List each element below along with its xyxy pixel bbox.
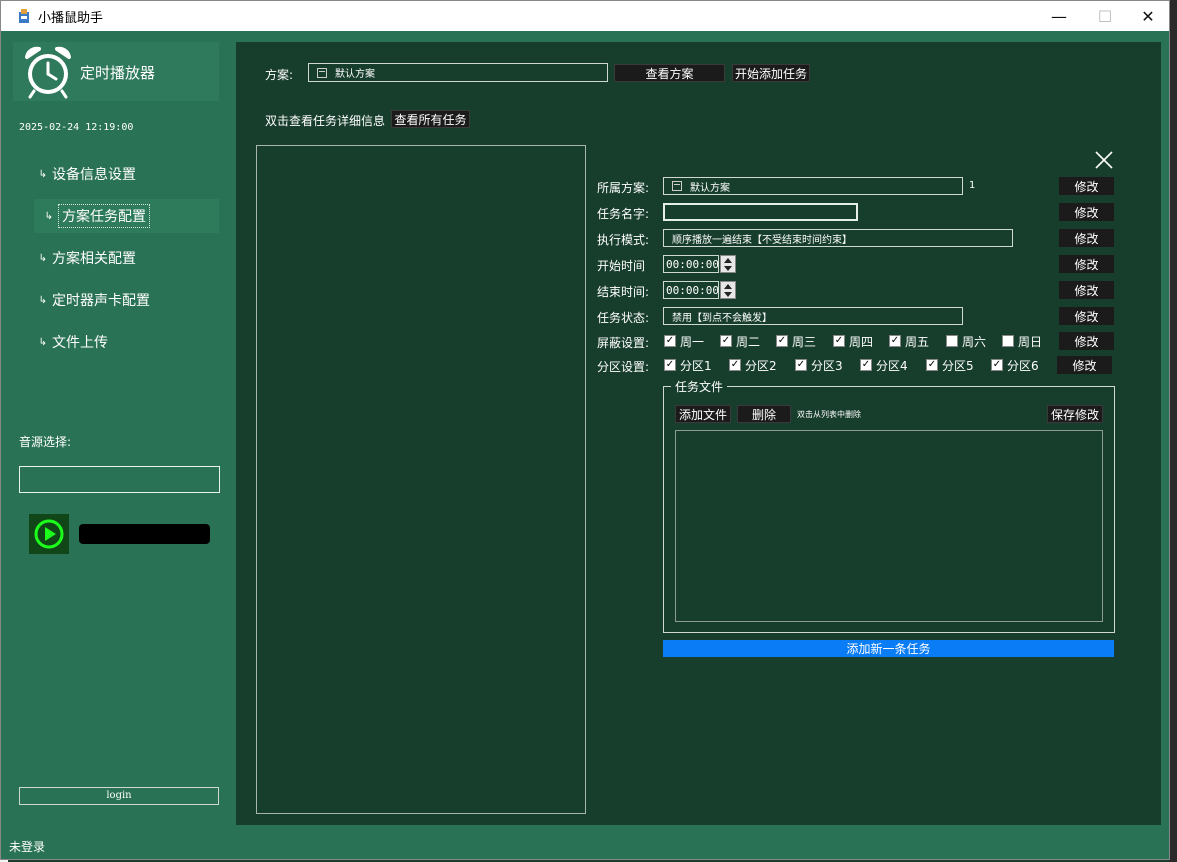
task-name-input[interactable]: [663, 203, 858, 221]
login-button[interactable]: login: [19, 787, 219, 805]
add-file-button[interactable]: 添加文件: [675, 405, 731, 423]
task-state-select[interactable]: 禁用【到点不会触发】: [663, 307, 963, 325]
plan-label: 方案:: [265, 68, 294, 82]
weekday-checkbox-sat[interactable]: 周六: [946, 333, 986, 349]
sidebar-item-file-upload[interactable]: ↳ 文件上传: [34, 325, 219, 359]
task-list-hint: 双击查看任务详细信息: [265, 114, 386, 128]
zone-field-label: 分区设置:: [597, 360, 650, 374]
zone-checkbox-3[interactable]: ✓ 分区3: [795, 357, 843, 373]
weekday-checkbox-tue[interactable]: ✓ 周二: [720, 333, 760, 349]
nav-arrow-icon: ↳: [38, 336, 47, 348]
modify-block-button[interactable]: 修改: [1059, 332, 1114, 350]
nav-arrow-icon: ↳: [38, 294, 47, 306]
close-button[interactable]: ✕: [1125, 1, 1171, 31]
zone-checkbox-1[interactable]: ✓ 分区1: [664, 357, 712, 373]
zone-checkbox-5[interactable]: ✓ 分区5: [926, 357, 974, 373]
task-list[interactable]: [256, 145, 586, 814]
arrow-up-icon: [724, 283, 732, 289]
check-icon: ✓: [664, 359, 676, 371]
close-icon[interactable]: [1094, 150, 1114, 170]
check-icon: ✓: [991, 359, 1003, 371]
calendar-icon: [672, 181, 682, 191]
plan-index: 1: [969, 180, 976, 191]
check-icon: ✓: [860, 359, 872, 371]
calendar-icon: [317, 67, 327, 78]
check-icon: ✓: [664, 335, 676, 347]
arrow-down-icon: [724, 265, 732, 271]
login-status: 未登录: [9, 840, 46, 854]
modify-start-button[interactable]: 修改: [1059, 255, 1114, 273]
mode-field-label: 执行模式:: [597, 233, 650, 247]
nav-arrow-icon: ↳: [38, 252, 47, 264]
start-time-input[interactable]: 00:00:00: [663, 255, 719, 273]
playback-progress-bar: [79, 524, 210, 544]
modify-name-button[interactable]: 修改: [1059, 203, 1114, 221]
sidebar-item-device-settings[interactable]: ↳ 设备信息设置: [34, 157, 219, 191]
delete-hint: 双击从列表中删除: [797, 410, 861, 419]
minimize-button[interactable]: —: [1036, 1, 1082, 31]
add-new-task-button[interactable]: 添加新一条任务: [663, 640, 1114, 657]
modify-end-button[interactable]: 修改: [1059, 281, 1114, 299]
play-icon: [34, 519, 64, 549]
start-time-label: 开始时间: [597, 259, 646, 273]
start-time-spinner[interactable]: [720, 255, 736, 273]
end-time-input[interactable]: 00:00:00: [663, 281, 719, 299]
arrow-down-icon: [724, 291, 732, 297]
nav-arrow-icon: ↳: [38, 168, 47, 180]
app-icon: [19, 9, 29, 23]
name-field-label: 任务名字:: [597, 207, 650, 221]
window-title: 小播鼠助手: [38, 11, 104, 26]
block-field-label: 屏蔽设置:: [597, 336, 650, 350]
check-icon: ✓: [729, 359, 741, 371]
plan-field-label: 所属方案:: [597, 181, 650, 195]
sidebar-item-plan-config[interactable]: ↳ 方案相关配置: [34, 241, 219, 275]
weekday-checkbox-fri[interactable]: ✓ 周五: [889, 333, 929, 349]
audio-source-label: 音源选择:: [19, 435, 72, 449]
audio-source-input[interactable]: [19, 466, 220, 493]
check-icon: ✓: [795, 359, 807, 371]
current-datetime: 2025-02-24 12:19:00: [19, 122, 134, 133]
check-icon: ✓: [776, 335, 788, 347]
nav-arrow-icon: ↳: [44, 210, 53, 222]
modify-plan-button[interactable]: 修改: [1059, 177, 1114, 195]
sidebar-item-soundcard[interactable]: ↳ 定时器声卡配置: [34, 283, 219, 317]
task-files-title: 任务文件: [671, 378, 728, 395]
view-plan-button[interactable]: 查看方案: [614, 64, 725, 82]
title-bar: 小播鼠助手 — ☐ ✕: [1, 1, 1169, 31]
view-all-tasks-button[interactable]: 查看所有任务: [391, 110, 470, 128]
file-list[interactable]: [675, 430, 1103, 622]
modify-zone-button[interactable]: 修改: [1057, 356, 1112, 374]
zone-checkbox-6[interactable]: ✓ 分区6: [991, 357, 1039, 373]
sidebar-item-plan-tasks[interactable]: ↳ 方案任务配置: [34, 199, 219, 233]
zone-checkbox-4[interactable]: ✓ 分区4: [860, 357, 908, 373]
modify-mode-button[interactable]: 修改: [1059, 229, 1114, 247]
zone-checkbox-2[interactable]: ✓ 分区2: [729, 357, 777, 373]
weekday-checkbox-thu[interactable]: ✓ 周四: [833, 333, 873, 349]
alarm-clock-icon: [25, 46, 71, 99]
check-icon: ✓: [833, 335, 845, 347]
state-field-label: 任务状态:: [597, 311, 650, 325]
brand-title: 定时播放器: [80, 64, 156, 82]
play-button[interactable]: [29, 514, 69, 554]
check-icon: ✓: [889, 335, 901, 347]
exec-mode-select[interactable]: 顺序播放一遍结束【不受结束时间约束】: [663, 229, 1013, 247]
end-time-label: 结束时间:: [597, 285, 650, 299]
sidebar: [7, 33, 232, 826]
desktop-background-right: [1169, 0, 1177, 862]
task-plan-select[interactable]: 默认方案: [663, 177, 963, 195]
weekday-checkbox-mon[interactable]: ✓ 周一: [664, 333, 704, 349]
check-icon: ✓: [926, 359, 938, 371]
weekday-checkbox-wed[interactable]: ✓ 周三: [776, 333, 816, 349]
modify-state-button[interactable]: 修改: [1059, 307, 1114, 325]
check-icon: ✓: [720, 335, 732, 347]
save-modify-button[interactable]: 保存修改: [1047, 405, 1103, 423]
start-add-task-button[interactable]: 开始添加任务: [732, 64, 810, 82]
delete-file-button[interactable]: 删除: [737, 405, 791, 423]
plan-select[interactable]: 默认方案: [308, 63, 608, 82]
weekday-checkbox-sun[interactable]: 周日: [1002, 333, 1042, 349]
maximize-button[interactable]: ☐: [1082, 1, 1128, 31]
end-time-spinner[interactable]: [720, 281, 736, 299]
arrow-up-icon: [724, 257, 732, 263]
